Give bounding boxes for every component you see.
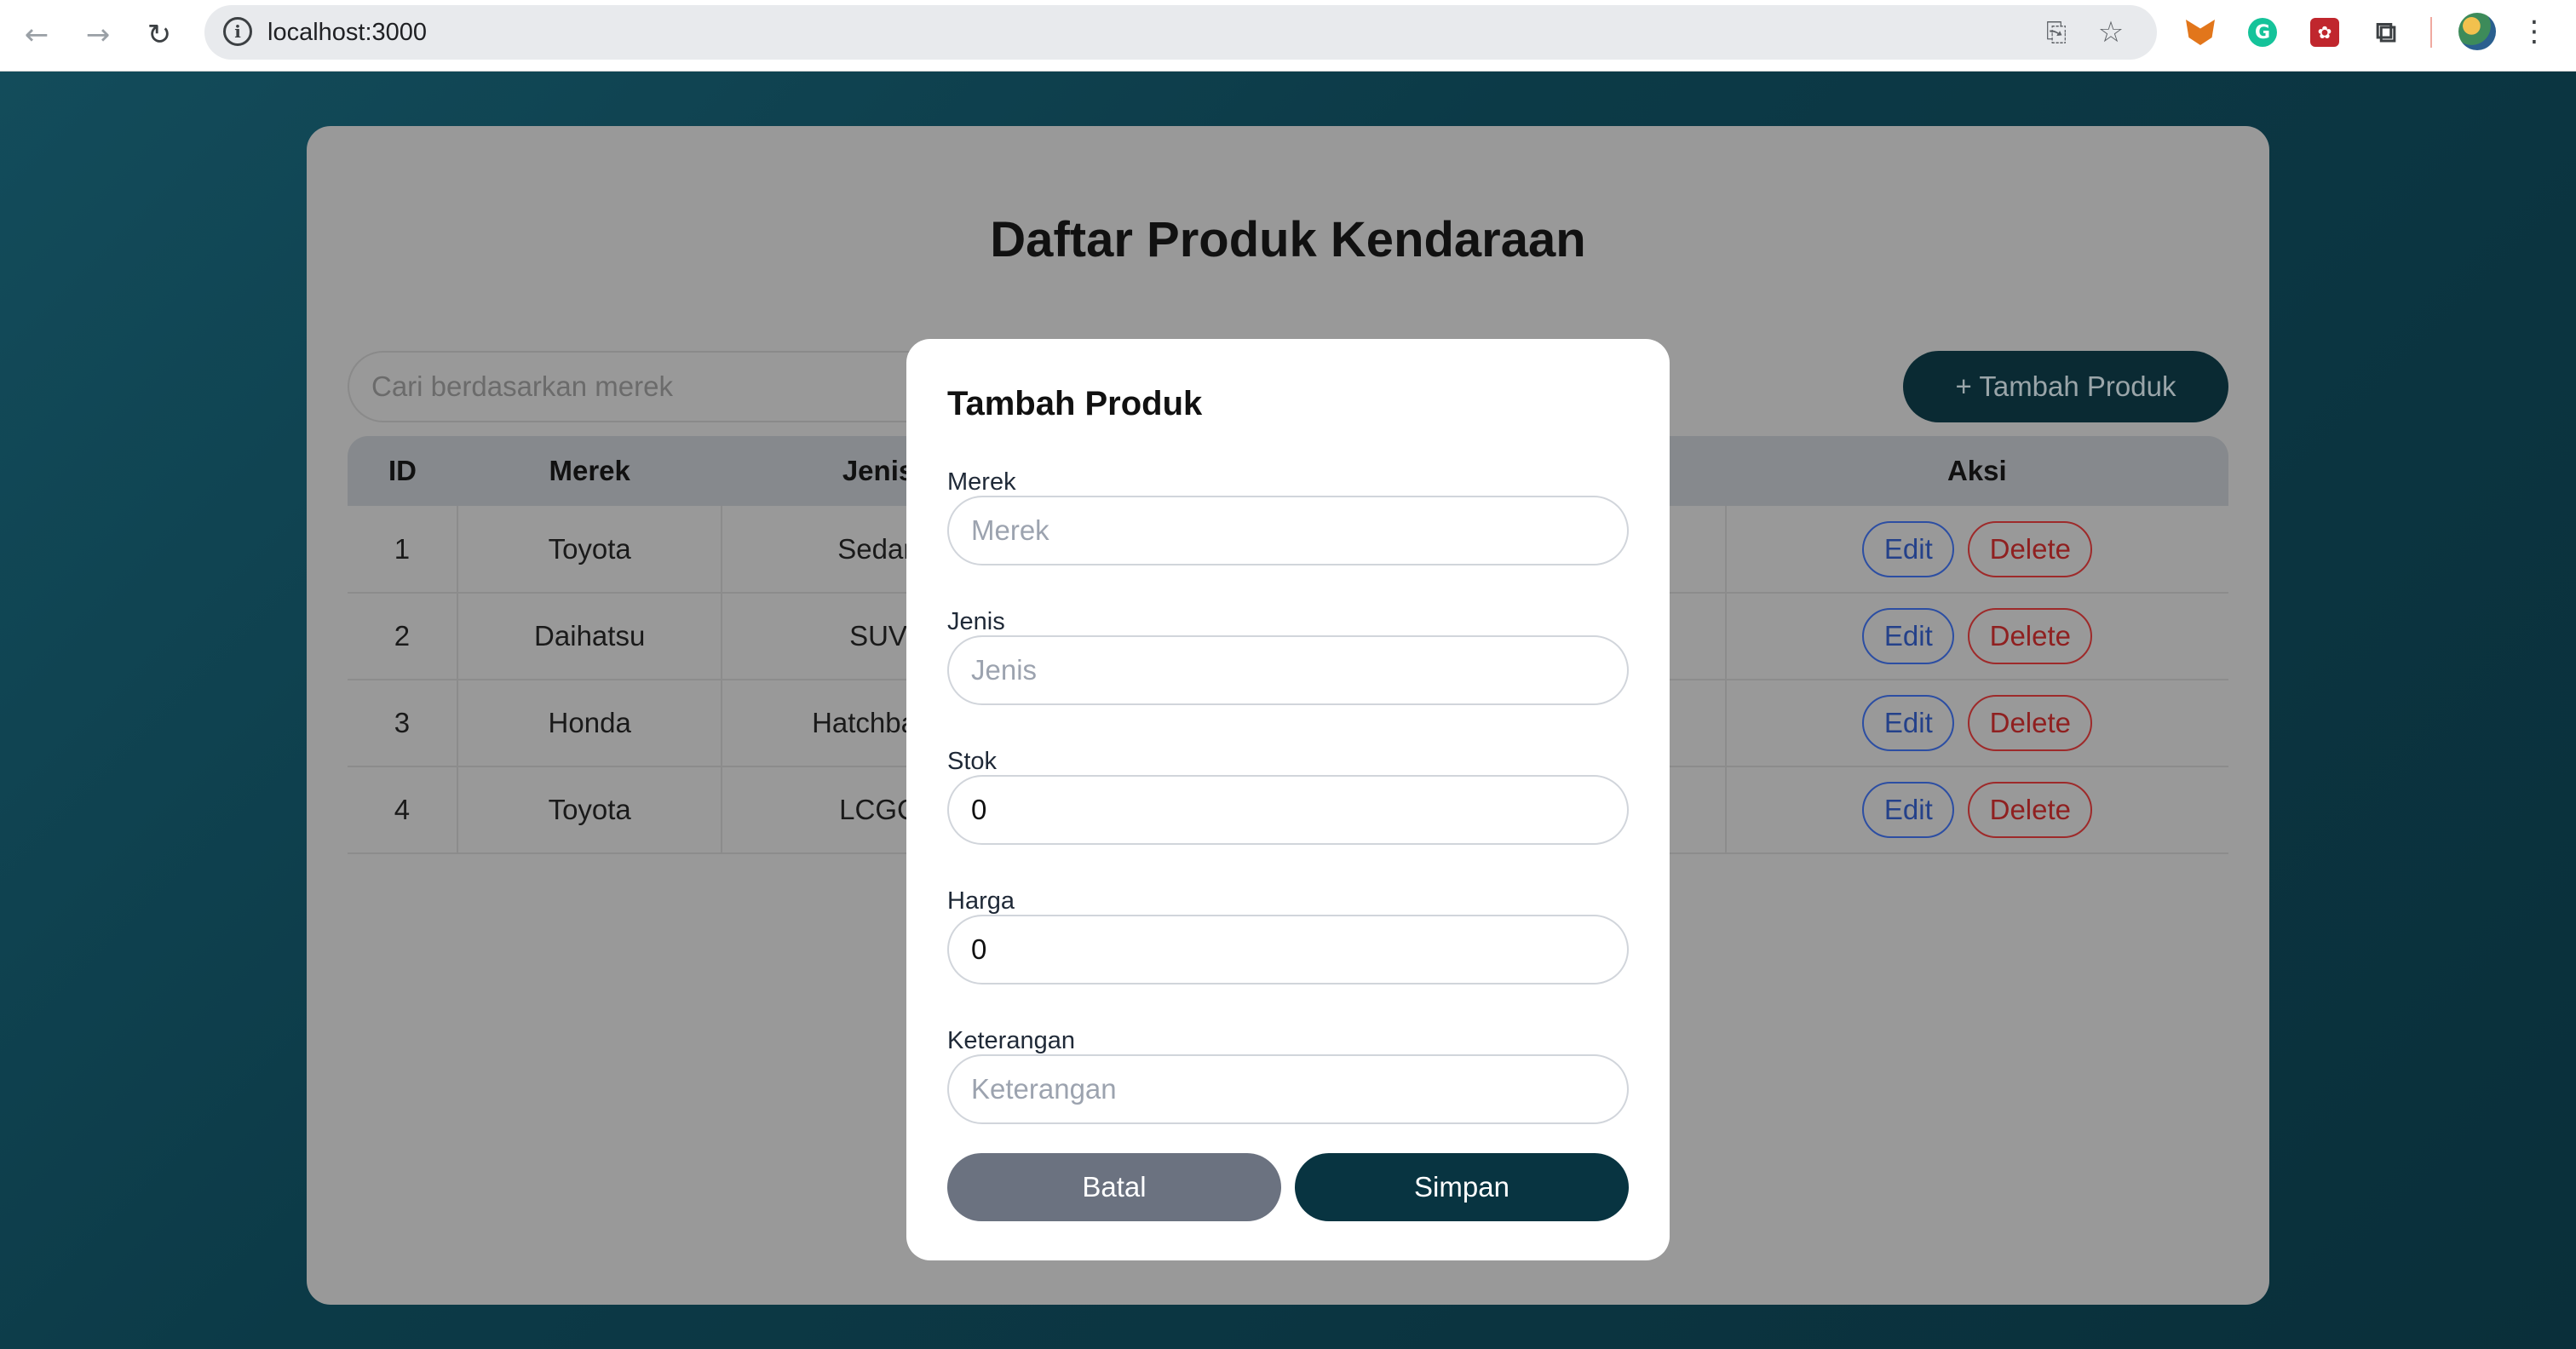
column-header-id: ID	[348, 436, 457, 506]
merek-input[interactable]: Merek	[947, 496, 1629, 565]
browser-menu-icon[interactable]: ⋮	[2520, 12, 2549, 51]
install-app-icon[interactable]: ⎘	[2039, 15, 2073, 49]
site-info-icon[interactable]: i	[223, 17, 252, 46]
edit-button[interactable]: Edit	[1862, 520, 1955, 577]
edit-button[interactable]: Edit	[1862, 782, 1955, 838]
cell-actions: Edit Delete	[1725, 680, 2228, 767]
bookmark-star-icon[interactable]: ☆	[2094, 15, 2128, 49]
jenis-input[interactable]: Jenis	[947, 635, 1629, 705]
column-header-merek: Merek	[457, 436, 722, 506]
harga-label: Harga	[947, 887, 1015, 915]
delete-button[interactable]: Delete	[1968, 695, 2093, 751]
add-product-button[interactable]: + Tambah Produk	[1903, 351, 2228, 422]
cell-merek: Honda	[457, 680, 723, 767]
cell-actions: Edit Delete	[1725, 766, 2228, 854]
harga-input[interactable]: 0	[947, 915, 1629, 984]
delete-button[interactable]: Delete	[1968, 782, 2093, 838]
red-extension-icon[interactable]: ✿	[2307, 14, 2343, 50]
metamask-extension-icon[interactable]	[2182, 14, 2218, 50]
cell-id: 1	[348, 506, 458, 594]
stok-label: Stok	[947, 748, 998, 775]
edit-button[interactable]: Edit	[1862, 695, 1955, 751]
keterangan-label: Keterangan	[947, 1027, 1075, 1054]
jenis-label: Jenis	[947, 608, 1005, 635]
profile-avatar[interactable]	[2458, 13, 2496, 50]
column-header-aksi: Aksi	[1725, 436, 2228, 506]
cell-id: 3	[348, 680, 458, 767]
forward-arrow-icon[interactable]: →	[78, 15, 118, 55]
cell-actions: Edit Delete	[1725, 506, 2228, 594]
page-title: Daftar Produk Kendaraan	[990, 212, 1586, 267]
modal-title: Tambah Produk	[947, 385, 1203, 422]
cell-merek: Toyota	[457, 506, 723, 594]
cell-actions: Edit Delete	[1725, 593, 2228, 680]
delete-button[interactable]: Delete	[1968, 608, 2093, 664]
browser-toolbar: ← → ↻ i localhost:3000 ⎘ ☆ G ✿ ⧉ ⋮	[0, 0, 2576, 72]
grammarly-extension-icon[interactable]: G	[2245, 14, 2280, 50]
merek-label: Merek	[947, 468, 1016, 496]
edit-button[interactable]: Edit	[1862, 608, 1955, 664]
address-bar[interactable]: i localhost:3000 ⎘ ☆	[204, 5, 2157, 60]
cell-id: 2	[348, 593, 458, 680]
cell-merek: Toyota	[457, 766, 723, 854]
url-text[interactable]: localhost:3000	[267, 19, 427, 47]
cell-merek: Daihatsu	[457, 593, 723, 680]
add-product-modal: Tambah Produk Merek Merek Jenis Jenis St…	[906, 339, 1670, 1260]
keterangan-input[interactable]: Keterangan	[947, 1054, 1629, 1124]
extensions-puzzle-icon[interactable]: ⧉	[2368, 14, 2404, 50]
page-background: Daftar Produk Kendaraan Cari berdasarkan…	[0, 72, 2576, 1349]
delete-button[interactable]: Delete	[1968, 520, 2093, 577]
back-arrow-icon[interactable]: ←	[17, 15, 56, 55]
toolbar-divider	[2430, 17, 2432, 48]
cancel-button[interactable]: Batal	[947, 1153, 1281, 1221]
reload-icon[interactable]: ↻	[140, 15, 179, 55]
stok-input[interactable]: 0	[947, 775, 1629, 845]
save-button[interactable]: Simpan	[1295, 1153, 1629, 1221]
cell-id: 4	[348, 766, 458, 854]
